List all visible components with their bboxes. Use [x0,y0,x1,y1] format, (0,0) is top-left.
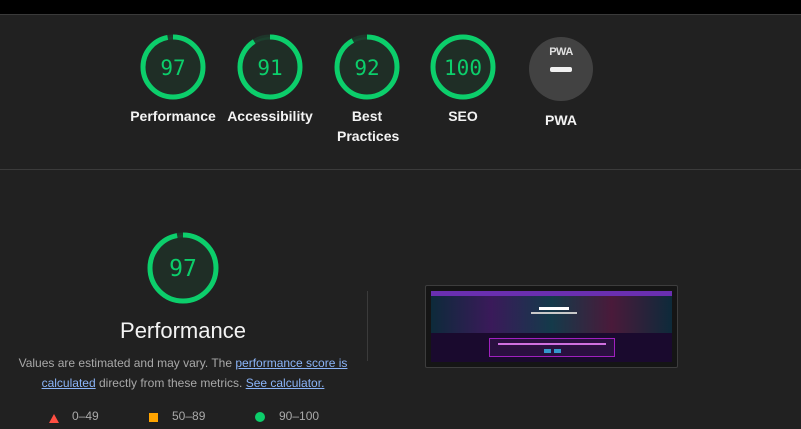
thumbnail-button [554,349,561,353]
gauge-value: 97 [160,56,185,80]
pass-circle-icon [255,412,265,422]
thumbnail-panel [489,338,615,357]
score-summary: 97 Performance 91 Accessibility 92 Best … [0,15,801,169]
thumbnail-button [544,349,551,353]
section-title: Performance [120,318,246,343]
screenshot-image [431,291,672,362]
thumbnail-hero [431,296,672,333]
pwa-dash-icon [550,67,572,72]
gauge-pwa[interactable]: PWA PWA [516,37,606,130]
thumbnail-title [539,307,569,310]
description-text: Values are estimated and may vary. The [18,356,236,370]
gauge-best-practices[interactable]: 92 Best Practices [322,34,412,146]
gauge-accessibility[interactable]: 91 Accessibility [225,34,315,126]
gauge-label: Performance [130,108,216,124]
performance-gauge-large: 97 [146,231,220,310]
thumbnail-subtitle [531,312,577,314]
gauge-seo[interactable]: 100 SEO [418,34,508,126]
score-ring: 97 [147,232,219,304]
legend-range: 0–49 [72,409,99,423]
average-square-icon [149,413,158,422]
see-calculator-link[interactable]: See calculator. [246,376,325,390]
section-divider [0,169,801,170]
gauge-value: 91 [257,56,282,80]
gauge-performance[interactable]: 97 Performance [128,34,218,126]
fail-triangle-icon [49,414,59,423]
score-ring: 92 [334,34,400,100]
score-ring: 97 [140,34,206,100]
legend-range: 50–89 [172,409,206,423]
score-ring: 91 [237,34,303,100]
gauge-value: 92 [354,56,379,80]
gauge-value: 100 [444,56,482,80]
gauge-label: Best Practices [337,108,400,144]
final-screenshot-thumbnail[interactable] [425,285,678,368]
performance-description: Values are estimated and may vary. The p… [16,353,350,393]
top-bar [0,0,801,15]
gauge-label: PWA [545,112,577,128]
vertical-divider [367,291,368,361]
score-ring: 100 [430,34,496,100]
legend-range: 90–100 [279,409,320,423]
description-text: directly from these metrics. [95,376,246,390]
score-legend: 0–49 50–89 90–100 [0,409,366,427]
thumbnail-text-line [498,343,606,345]
pwa-badge: PWA [529,37,593,101]
gauge-label: Accessibility [227,108,313,124]
pwa-logo: PWA [549,46,573,58]
gauge-value: 97 [169,256,197,282]
gauge-label: SEO [448,108,478,124]
